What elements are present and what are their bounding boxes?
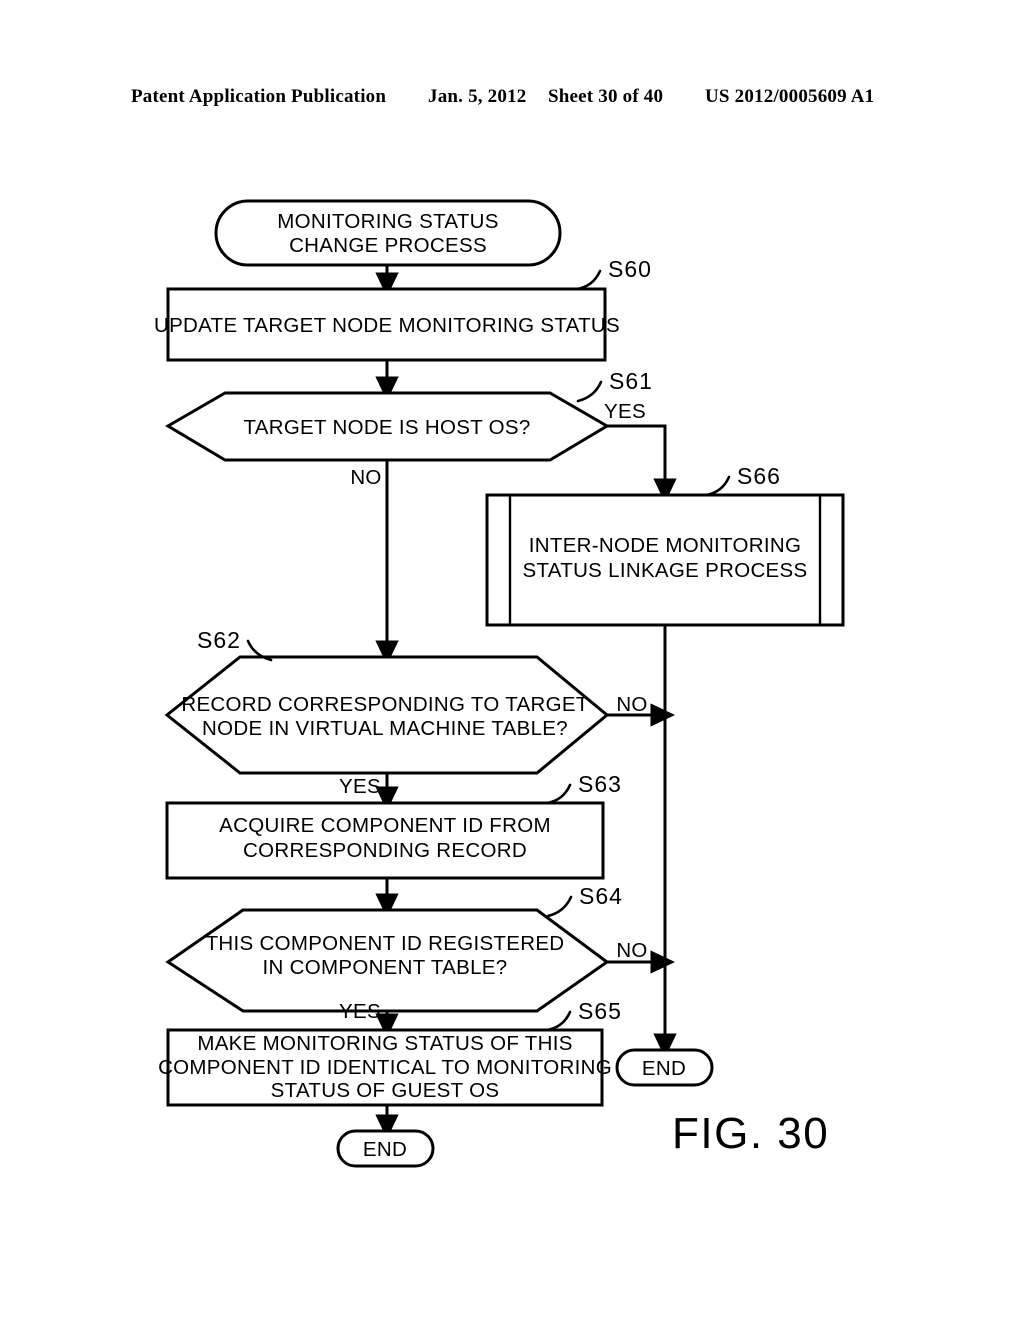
s63-process-label-line1: ACQUIRE COMPONENT ID FROM <box>219 814 551 837</box>
end-right-terminator-label: END <box>642 1057 686 1080</box>
s62-decision-label-line1: RECORD CORRESPONDING TO TARGET <box>181 693 588 716</box>
s61-step-number: S61 <box>609 368 653 394</box>
node-s61: TARGET NODE IS HOST OS? S61 YES NO <box>165 368 653 489</box>
s65-process-label-line1: MAKE MONITORING STATUS OF THIS <box>197 1032 572 1055</box>
s65-process-label-line2: COMPONENT ID IDENTICAL TO MONITORING <box>158 1056 612 1079</box>
s64-step-leader <box>546 895 573 918</box>
node-start: MONITORING STATUS CHANGE PROCESS <box>214 199 562 267</box>
start-terminator-label-line1: MONITORING STATUS <box>277 210 499 233</box>
s61-no-label: NO <box>350 466 381 489</box>
s65-process-label-line3: STATUS OF GUEST OS <box>271 1079 500 1102</box>
s61-yes-label: YES <box>604 400 646 423</box>
s66-step-leader <box>704 475 731 497</box>
patent-drawing-page: Patent Application Publication Jan. 5, 2… <box>0 0 1024 1320</box>
s62-yes-label: YES <box>339 775 381 798</box>
s64-no-label: NO <box>616 939 647 962</box>
node-s64: THIS COMPONENT ID REGISTERED IN COMPONEN… <box>165 883 647 1023</box>
edge-s61-yes-to-s66 <box>607 424 677 504</box>
node-s62: RECORD CORRESPONDING TO TARGET NODE IN V… <box>164 627 647 798</box>
s62-decision-label-line2: NODE IN VIRTUAL MACHINE TABLE? <box>202 717 568 740</box>
s63-process-label-line2: CORRESPONDING RECORD <box>243 839 527 862</box>
node-s63: ACQUIRE COMPONENT ID FROM CORRESPONDING … <box>165 771 622 880</box>
node-end-bottom: END <box>336 1129 435 1168</box>
s65-step-leader <box>545 1010 572 1032</box>
s63-step-leader <box>545 783 572 805</box>
s66-step-number: S66 <box>737 463 781 489</box>
s61-decision-label: TARGET NODE IS HOST OS? <box>243 416 530 439</box>
s65-step-number: S65 <box>578 998 622 1024</box>
s60-step-leader <box>575 269 602 291</box>
s64-yes-label: YES <box>339 1000 381 1023</box>
start-terminator-label-line2: CHANGE PROCESS <box>289 234 487 257</box>
node-end-right: END <box>615 1048 714 1087</box>
s64-decision-label-line1: THIS COMPONENT ID REGISTERED <box>206 932 565 955</box>
node-s60: UPDATE TARGET NODE MONITORING STATUS S60 <box>154 256 652 362</box>
figure-caption: FIG. 30 <box>672 1109 829 1158</box>
flowchart-canvas: MONITORING STATUS CHANGE PROCESS UPDATE … <box>154 199 845 1168</box>
s61-step-leader <box>576 380 603 403</box>
s60-process-label: UPDATE TARGET NODE MONITORING STATUS <box>154 314 620 337</box>
s64-step-number: S64 <box>579 883 623 909</box>
node-s65: MAKE MONITORING STATUS OF THIS COMPONENT… <box>158 998 622 1107</box>
s62-no-label: NO <box>616 693 647 716</box>
s66-predefined-process-label-line2: STATUS LINKAGE PROCESS <box>523 559 808 582</box>
end-bottom-terminator-label: END <box>363 1138 407 1161</box>
s60-step-number: S60 <box>608 256 652 282</box>
s66-predefined-process-label-line1: INTER-NODE MONITORING <box>529 534 801 557</box>
s62-step-number: S62 <box>197 627 241 653</box>
s63-step-number: S63 <box>578 771 622 797</box>
s64-decision-label-line2: IN COMPONENT TABLE? <box>263 956 508 979</box>
